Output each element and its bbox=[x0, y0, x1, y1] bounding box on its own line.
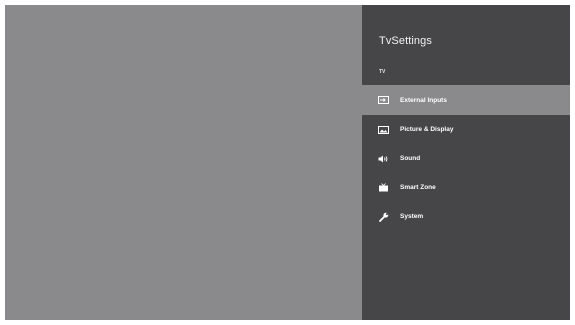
menu-label: Smart Zone bbox=[400, 184, 436, 191]
content-area bbox=[5, 5, 362, 320]
screen: TvSettings TV External Inputs Picture & … bbox=[5, 5, 570, 320]
settings-panel: TvSettings TV External Inputs Picture & … bbox=[362, 5, 570, 320]
menu-item-picture-display[interactable]: Picture & Display bbox=[362, 115, 570, 144]
settings-menu: External Inputs Picture & Display Sound … bbox=[362, 85, 570, 231]
menu-label: System bbox=[400, 213, 424, 220]
menu-item-sound[interactable]: Sound bbox=[362, 144, 570, 173]
tv-icon bbox=[378, 183, 389, 193]
panel-title: TvSettings bbox=[379, 35, 432, 47]
input-icon bbox=[378, 95, 389, 105]
menu-label: External Inputs bbox=[400, 96, 447, 104]
menu-label: Picture & Display bbox=[400, 126, 454, 133]
section-label-tv: TV bbox=[379, 69, 386, 75]
menu-item-smart-zone[interactable]: Smart Zone bbox=[362, 173, 570, 202]
menu-item-system[interactable]: System bbox=[362, 202, 570, 231]
menu-item-external-inputs[interactable]: External Inputs bbox=[362, 85, 570, 115]
picture-icon bbox=[378, 125, 389, 135]
wrench-icon bbox=[378, 212, 389, 222]
menu-label: Sound bbox=[400, 155, 421, 162]
speaker-icon bbox=[378, 154, 389, 164]
